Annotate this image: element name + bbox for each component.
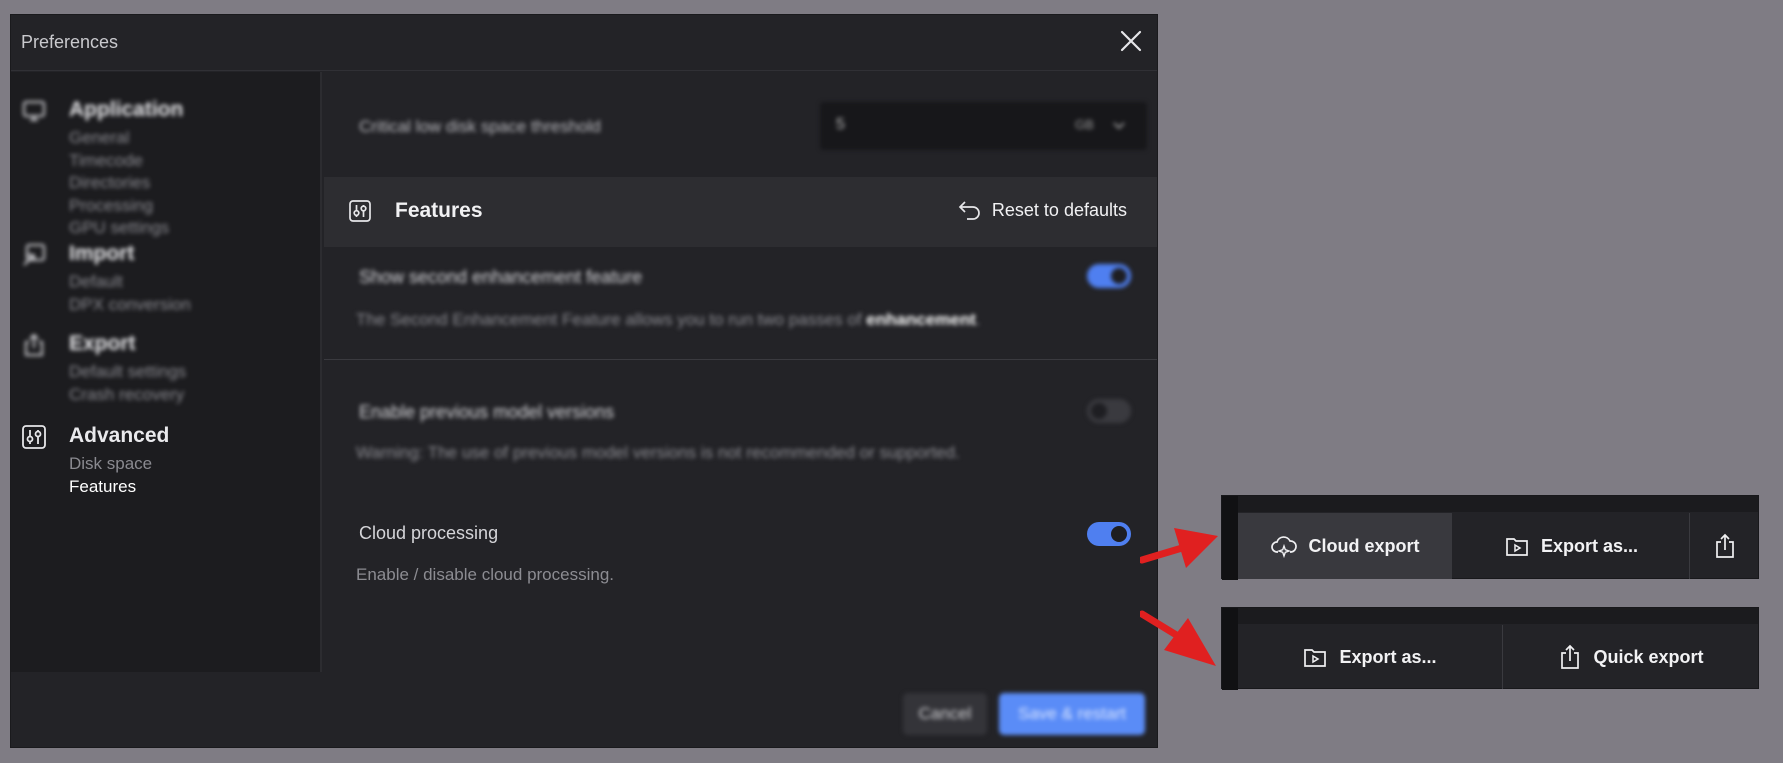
nav-group-application: Application General Timecode Directories… [11, 98, 311, 248]
setting-second-enhancement: Show second enhancement feature The Seco… [324, 264, 1157, 362]
nav-item-disk-space[interactable]: Disk space [69, 454, 152, 474]
setting-description: The Second Enhancement Feature allows yo… [356, 310, 981, 329]
preferences-dialog: Preferences Application General Timecode… [10, 14, 1158, 748]
reset-to-defaults-label: Reset to defaults [991, 199, 1127, 220]
setting-label: Cloud processing [359, 523, 499, 543]
monitor-icon [23, 101, 45, 121]
disk-threshold-value: 5 [836, 116, 845, 133]
nav-item-general[interactable]: General [69, 128, 129, 148]
toolbar-left-edge [1222, 624, 1238, 690]
nav-heading-export[interactable]: Export [69, 332, 136, 356]
close-icon[interactable] [1117, 27, 1145, 55]
preferences-sidebar: Application General Timecode Directories… [11, 72, 322, 672]
nav-heading-advanced[interactable]: Advanced [69, 424, 169, 448]
setting-description: Warning: The use of previous model versi… [356, 443, 960, 462]
setting-label: Show second enhancement feature [359, 267, 643, 287]
folder-play-icon [1304, 649, 1327, 667]
reset-to-defaults-button[interactable]: Reset to defaults [958, 199, 1127, 221]
annotation-arrow-top [1140, 528, 1218, 568]
undo-icon [958, 201, 980, 220]
setting-description: Enable / disable cloud processing. [356, 565, 614, 584]
sliders-icon [349, 200, 371, 222]
import-icon [23, 244, 45, 266]
toolbar-left-edge [1222, 512, 1238, 580]
disk-threshold-unit: GB [1075, 117, 1094, 132]
nav-group-advanced: Advanced Disk space Features [11, 424, 311, 504]
dialog-titlebar: Preferences [11, 15, 1157, 71]
export-icon [25, 333, 43, 356]
disk-threshold-row: Critical low disk space threshold 5 GB [324, 72, 1157, 177]
annotation-arrow-bottom [1140, 610, 1216, 666]
features-title: Features [395, 199, 483, 222]
section-divider [324, 359, 1157, 360]
setting-label: Enable previous model versions [359, 402, 615, 422]
nav-item-processing[interactable]: Processing [69, 196, 153, 216]
nav-item-dpx-conversion[interactable]: DPX conversion [69, 295, 191, 315]
nav-item-gpu-settings[interactable]: GPU settings [69, 218, 169, 238]
export-as-label: Export as... [1540, 535, 1639, 556]
nav-group-export: Export Default settings Crash recovery [11, 332, 311, 405]
toolbar-top-strip [1222, 608, 1758, 624]
dialog-footer: Cancel Save & restart [903, 693, 1145, 735]
cloud-export-button[interactable]: Cloud export [1238, 513, 1452, 579]
nav-item-features[interactable]: Features [69, 477, 136, 497]
previous-model-versions-toggle[interactable] [1087, 399, 1131, 423]
cloud-processing-toggle[interactable] [1087, 522, 1131, 546]
export-toolbar-with-cloud: Cloud export Export as... [1221, 495, 1760, 580]
disk-threshold-label: Critical low disk space threshold [359, 117, 601, 136]
chevron-down-icon [1113, 122, 1125, 130]
nav-item-directories[interactable]: Directories [69, 173, 150, 193]
toolbar-top-strip [1222, 496, 1758, 512]
share-export-icon [1716, 533, 1734, 558]
quick-export-label: Quick export [1593, 646, 1704, 667]
dialog-title: Preferences [21, 32, 119, 52]
cloud-sparkle-icon [1270, 536, 1297, 558]
setting-previous-model-versions: Enable previous model versions Warning: … [324, 399, 1157, 482]
share-export-icon [1561, 644, 1580, 669]
save-restart-button[interactable]: Save & restart [999, 693, 1145, 735]
quick-export-button[interactable]: Quick export [1503, 625, 1760, 689]
export-as-button[interactable]: Export as... [1454, 513, 1689, 579]
preferences-content: Critical low disk space threshold 5 GB F… [324, 72, 1157, 672]
cancel-button[interactable]: Cancel [903, 693, 987, 735]
export-toolbar: Export as... Quick export [1221, 607, 1760, 690]
nav-item-timecode[interactable]: Timecode [69, 151, 143, 171]
cloud-export-label: Cloud export [1308, 535, 1420, 556]
nav-item-default[interactable]: Default [69, 272, 123, 292]
nav-group-import: Import Default DPX conversion [11, 242, 311, 315]
second-enhancement-toggle[interactable] [1087, 264, 1131, 288]
nav-heading-application[interactable]: Application [69, 98, 183, 122]
export-as-button[interactable]: Export as... [1238, 625, 1502, 689]
setting-cloud-processing: Cloud processing Enable / disable cloud … [324, 522, 1157, 603]
export-as-label: Export as... [1339, 646, 1437, 667]
quick-export-icon-button[interactable] [1690, 513, 1760, 579]
nav-item-default-settings[interactable]: Default settings [69, 362, 186, 382]
disk-threshold-select[interactable]: 5 GB [820, 102, 1147, 150]
sliders-icon [22, 425, 46, 449]
nav-heading-import[interactable]: Import [69, 242, 134, 266]
features-section-header: Features Reset to defaults [324, 177, 1157, 247]
folder-play-icon [1506, 538, 1528, 556]
nav-item-crash-recovery[interactable]: Crash recovery [69, 385, 184, 405]
